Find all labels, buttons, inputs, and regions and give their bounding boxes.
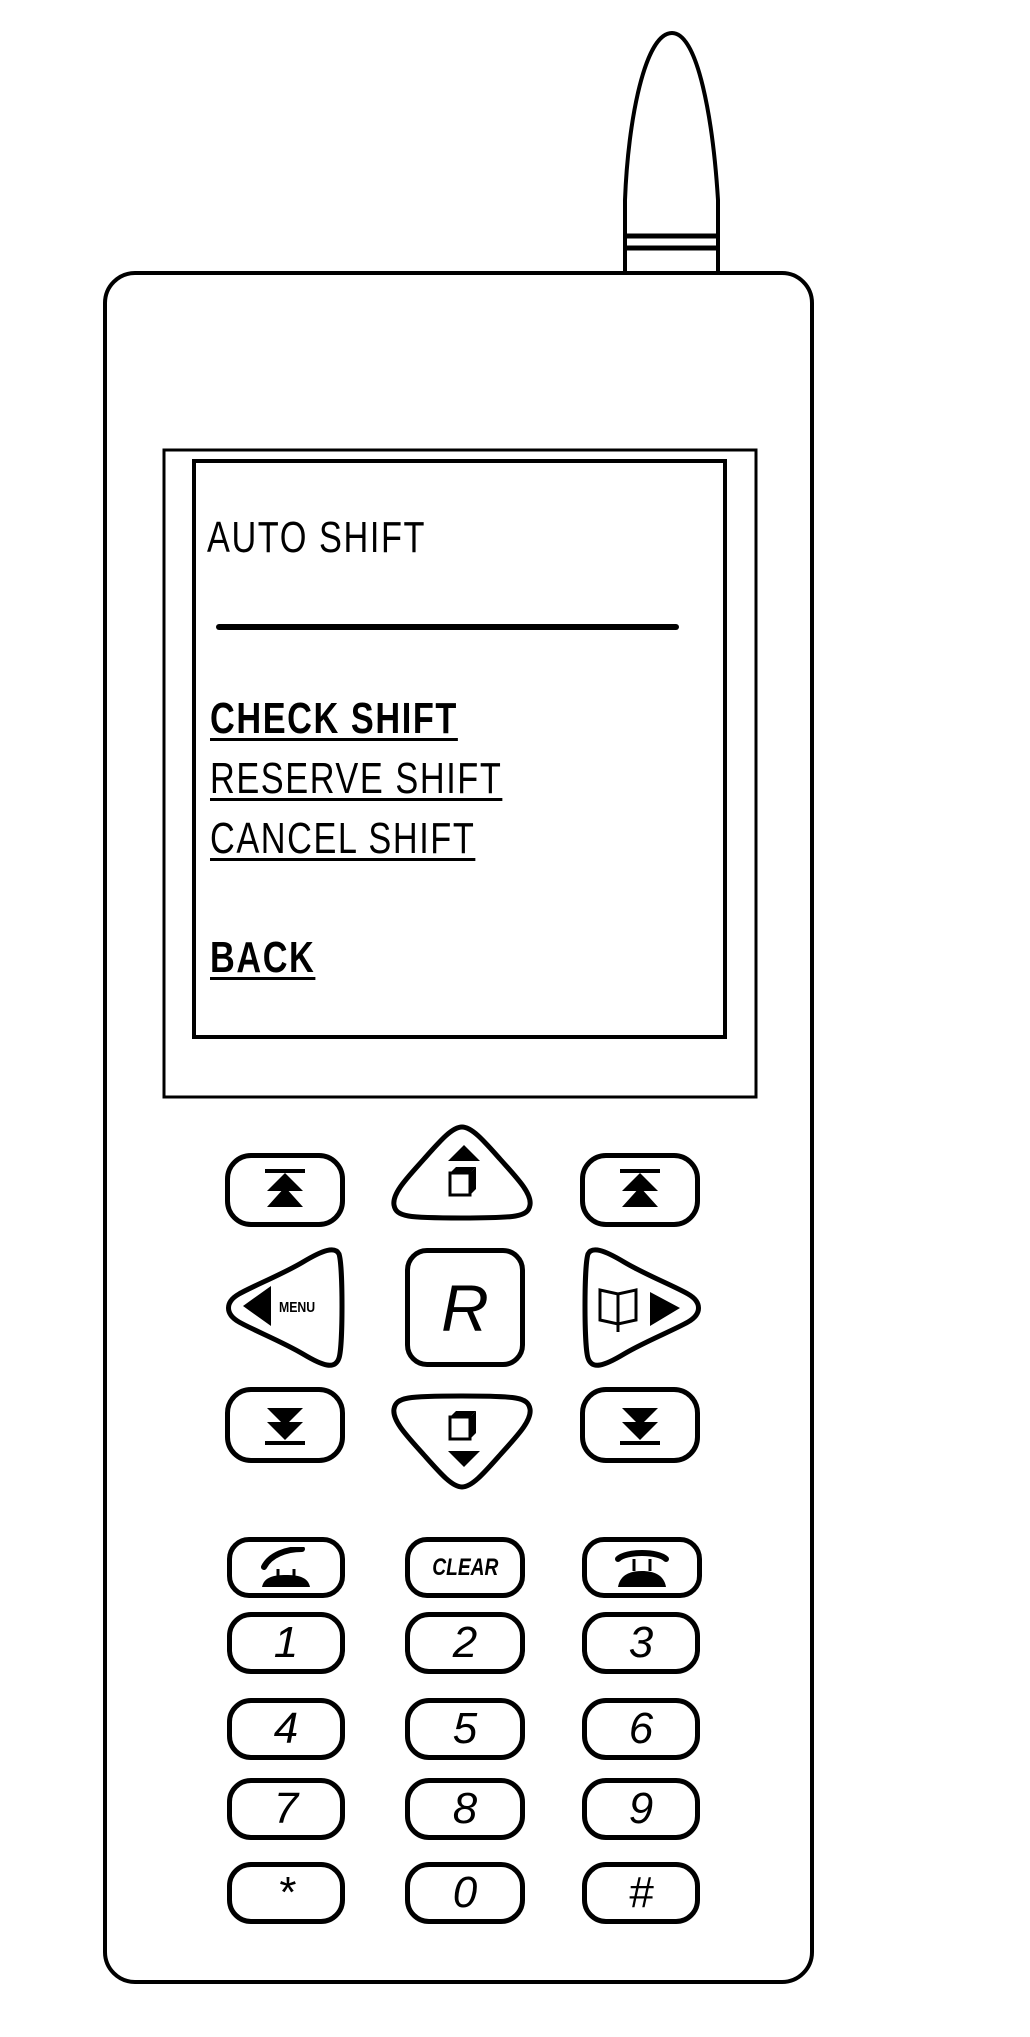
clear-key-label: CLEAR	[431, 1553, 499, 1581]
r-key-label: R	[441, 1270, 489, 1345]
scroll-top-left-button[interactable]	[225, 1153, 345, 1227]
key-9-button[interactable]: 9	[582, 1778, 700, 1840]
key-label: 5	[452, 1704, 478, 1753]
page-up-button[interactable]	[388, 1123, 536, 1223]
key-label: 8	[452, 1784, 478, 1833]
menu-item-reserve-shift[interactable]: RESERVE SHIFT	[210, 757, 502, 801]
double-down-arrow-bar-icon	[620, 1408, 660, 1445]
scroll-top-right-button[interactable]	[580, 1153, 700, 1227]
scroll-bottom-left-button[interactable]	[225, 1387, 345, 1463]
key-label: 6	[628, 1704, 654, 1753]
double-up-arrow-bar-icon	[620, 1169, 660, 1207]
end-call-button[interactable]	[582, 1537, 702, 1598]
key-1-button[interactable]: 1	[227, 1612, 345, 1674]
menu-left-button[interactable]: MENU	[223, 1246, 347, 1370]
scroll-bottom-right-button[interactable]	[580, 1387, 700, 1463]
key-6-button[interactable]: 6	[582, 1698, 700, 1760]
book-right-button[interactable]	[580, 1246, 704, 1370]
key-label: 2	[452, 1618, 478, 1667]
r-button[interactable]: R	[405, 1248, 525, 1367]
page-down-button[interactable]	[388, 1393, 536, 1491]
key-star-button[interactable]: *	[227, 1862, 345, 1924]
double-up-arrow-bar-icon	[265, 1169, 305, 1207]
key-label: *	[277, 1868, 295, 1917]
menu-item-cancel-shift[interactable]: CANCEL SHIFT	[210, 817, 475, 861]
menu-key-label: MENU	[279, 1299, 315, 1315]
key-label: 4	[273, 1704, 299, 1753]
key-label: 7	[273, 1784, 299, 1833]
key-label: 1	[273, 1618, 299, 1667]
key-4-button[interactable]: 4	[227, 1698, 345, 1760]
key-label: 3	[628, 1618, 654, 1667]
phone-off-hook-icon	[261, 1546, 310, 1587]
key-5-button[interactable]: 5	[405, 1698, 525, 1760]
screen-title: AUTO SHIFT	[207, 513, 426, 562]
key-label: 9	[628, 1784, 654, 1833]
key-0-button[interactable]: 0	[405, 1862, 525, 1924]
key-8-button[interactable]: 8	[405, 1778, 525, 1840]
double-down-arrow-bar-icon	[265, 1408, 305, 1445]
key-hash-button[interactable]: #	[582, 1862, 700, 1924]
key-3-button[interactable]: 3	[582, 1612, 700, 1674]
back-link[interactable]: BACK	[210, 936, 315, 980]
menu-item-check-shift[interactable]: CHECK SHIFT	[210, 697, 458, 741]
key-2-button[interactable]: 2	[405, 1612, 525, 1674]
key-label: #	[628, 1868, 654, 1917]
key-7-button[interactable]: 7	[227, 1778, 345, 1840]
send-call-button[interactable]	[227, 1537, 345, 1598]
phone-on-hook-icon	[615, 1549, 669, 1587]
key-label: 0	[452, 1868, 478, 1917]
clear-button[interactable]: CLEAR	[405, 1537, 525, 1598]
